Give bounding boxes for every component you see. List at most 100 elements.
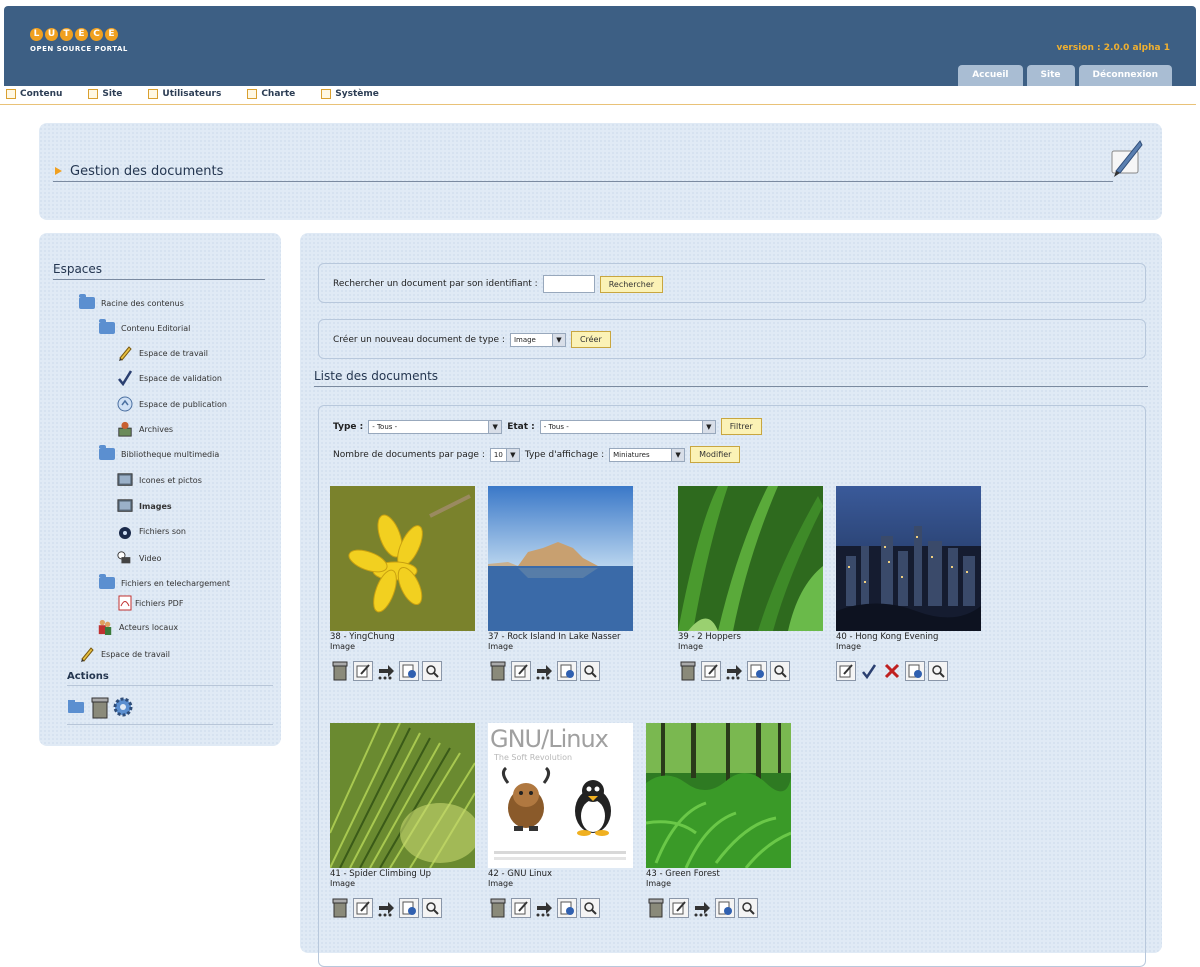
lutece-logo[interactable]: L U T E C E OPEN SOURCE PORTAL [30, 28, 128, 53]
checkmark-icon [117, 370, 133, 386]
menu-item-utilisateurs[interactable]: Utilisateurs [148, 89, 221, 99]
delete-icon[interactable] [646, 898, 666, 918]
document-type-select[interactable]: Image ▼ [509, 332, 566, 347]
preview-icon[interactable] [580, 898, 600, 918]
document-card: GNU/Linux The Soft Revolution 42 - GNU L… [488, 723, 633, 918]
quill-pen-icon [1106, 137, 1146, 184]
menu-item-contenu[interactable]: Contenu [6, 89, 62, 99]
preview-icon[interactable] [580, 661, 600, 681]
validate-checkmark-icon[interactable] [859, 661, 879, 681]
preview-icon[interactable] [770, 661, 790, 681]
tab-accueil[interactable]: Accueil [958, 65, 1023, 86]
search-id-input[interactable] [542, 275, 595, 293]
move-icon[interactable] [534, 898, 554, 918]
gnu-mascot [501, 766, 551, 831]
move-icon[interactable] [534, 661, 554, 681]
delete-icon[interactable] [330, 898, 350, 918]
edit-icon[interactable] [353, 898, 373, 918]
per-page-select[interactable]: 10 ▼ [489, 447, 520, 462]
info-icon[interactable] [905, 661, 925, 681]
edit-icon[interactable] [353, 661, 373, 681]
tree-item-label: Fichiers PDF [135, 598, 184, 608]
delete-icon[interactable] [678, 661, 698, 681]
picture-icon [117, 472, 133, 488]
tree-item-label: Racine des contenus [101, 298, 184, 308]
filter-button[interactable]: Filtrer [720, 418, 762, 435]
document-actions [330, 898, 475, 918]
state-filter-select[interactable]: - Tous - ▼ [539, 419, 716, 434]
move-icon[interactable] [724, 661, 744, 681]
info-icon[interactable] [747, 661, 767, 681]
menu-item-site[interactable]: Site [88, 89, 122, 99]
display-type-select[interactable]: Miniatures ▼ [609, 447, 686, 462]
chevron-down-icon: ▼ [505, 448, 519, 461]
tree-item-espace-validation[interactable]: Espace de validation [117, 370, 222, 386]
new-folder-icon[interactable] [67, 697, 87, 722]
tab-deconnexion[interactable]: Déconnexion [1078, 65, 1172, 86]
info-icon[interactable] [715, 898, 735, 918]
edit-icon[interactable] [511, 898, 531, 918]
tree-item-espace-travail[interactable]: Espace de travail [117, 345, 208, 361]
pdf-icon [117, 595, 133, 611]
logo-letter: U [45, 28, 58, 41]
state-filter-label: Etat : [507, 421, 535, 432]
document-thumbnail[interactable] [678, 486, 823, 631]
preview-icon[interactable] [422, 661, 442, 681]
gear-icon[interactable] [113, 697, 133, 722]
preview-icon[interactable] [738, 898, 758, 918]
tree-item-racine[interactable]: Racine des contenus [79, 294, 184, 311]
document-thumbnail[interactable]: GNU/Linux The Soft Revolution [488, 723, 633, 868]
document-thumbnail[interactable] [330, 723, 475, 868]
tree-item-images[interactable]: Images [117, 498, 172, 514]
tree-item-icones[interactable]: Icones et pictos [117, 472, 202, 488]
tree-item-acteurs-locaux[interactable]: Acteurs locaux [97, 619, 178, 635]
document-type: Image [646, 879, 672, 888]
tree-item-bibliotheque[interactable]: Bibliotheque multimedia [99, 445, 220, 462]
search-button[interactable]: Rechercher [599, 275, 664, 293]
tree-item-label: Espace de validation [139, 373, 222, 383]
tree-item-label: Icones et pictos [139, 475, 202, 485]
trash-icon[interactable] [91, 697, 109, 722]
tab-site[interactable]: Site [1026, 65, 1075, 86]
type-filter-select[interactable]: - Tous - ▼ [368, 419, 503, 434]
move-icon[interactable] [376, 898, 396, 918]
move-icon[interactable] [376, 661, 396, 681]
edit-icon[interactable] [836, 661, 856, 681]
menu-item-charte[interactable]: Charte [247, 89, 295, 99]
edit-icon[interactable] [669, 898, 689, 918]
info-icon[interactable] [399, 898, 419, 918]
move-icon[interactable] [692, 898, 712, 918]
tree-item-espace-travail-2[interactable]: Espace de travail [79, 646, 170, 662]
create-button[interactable]: Créer [570, 331, 611, 348]
tree-item-label: Bibliotheque multimedia [121, 449, 220, 459]
tree-item-label: Contenu Editorial [121, 323, 191, 333]
delete-icon[interactable] [488, 661, 508, 681]
tree-item-fichiers-son[interactable]: Fichiers son [117, 523, 186, 539]
info-icon[interactable] [557, 661, 577, 681]
edit-icon[interactable] [701, 661, 721, 681]
document-thumbnail[interactable] [330, 486, 475, 631]
edit-icon[interactable] [511, 661, 531, 681]
tree-item-archives[interactable]: Archives [117, 421, 173, 437]
tree-item-espace-publication[interactable]: Espace de publication [117, 396, 227, 412]
tree-item-fichiers-pdf[interactable]: Fichiers PDF [117, 595, 183, 611]
logo-letter: E [105, 28, 118, 41]
reject-x-icon[interactable] [882, 661, 902, 681]
tree-item-fichiers-telechargement[interactable]: Fichiers en telechargement [99, 574, 230, 591]
info-icon[interactable] [399, 661, 419, 681]
delete-icon[interactable] [330, 661, 350, 681]
document-actions [836, 661, 981, 681]
delete-icon[interactable] [488, 898, 508, 918]
document-actions [488, 898, 633, 918]
info-icon[interactable] [557, 898, 577, 918]
preview-icon[interactable] [422, 898, 442, 918]
tree-item-contenu-editorial[interactable]: Contenu Editorial [99, 319, 191, 336]
modify-button[interactable]: Modifier [690, 446, 741, 463]
header-tabs: Accueil Site Déconnexion [958, 65, 1172, 86]
tree-item-video[interactable]: Video [117, 550, 161, 566]
document-thumbnail[interactable] [488, 486, 633, 631]
menu-item-systeme[interactable]: Système [321, 89, 379, 99]
preview-icon[interactable] [928, 661, 948, 681]
document-thumbnail[interactable] [836, 486, 981, 631]
document-thumbnail[interactable] [646, 723, 791, 868]
